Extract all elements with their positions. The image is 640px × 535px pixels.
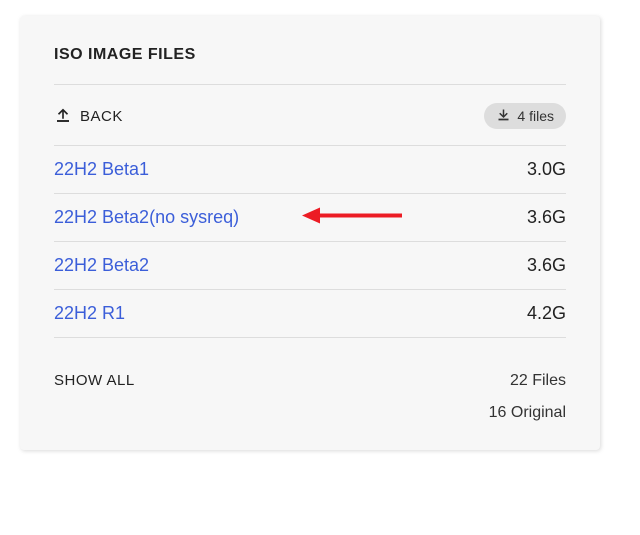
file-size: 3.0G bbox=[527, 159, 566, 180]
file-row: 22H2 R1 4.2G bbox=[54, 290, 566, 338]
stats-original-count: 16 Original bbox=[489, 404, 566, 422]
back-button[interactable]: BACK bbox=[54, 106, 123, 127]
file-row: 22H2 Beta2(no sysreq) 3.6G bbox=[54, 194, 566, 242]
panel-footer: SHOW ALL 22 Files 16 Original bbox=[54, 338, 566, 422]
back-label: BACK bbox=[80, 108, 123, 125]
file-size: 3.6G bbox=[527, 207, 566, 228]
panel-title: ISO IMAGE FILES bbox=[54, 46, 566, 85]
file-list: 22H2 Beta13.0G22H2 Beta2(no sysreq)3.6G2… bbox=[54, 145, 566, 338]
download-files-label: 4 files bbox=[517, 108, 554, 124]
file-panel: ISO IMAGE FILES BACK 4 files bbox=[20, 16, 600, 450]
up-back-icon bbox=[54, 106, 72, 127]
file-link[interactable]: 22H2 Beta1 bbox=[54, 159, 149, 180]
show-all-button[interactable]: SHOW ALL bbox=[54, 372, 135, 389]
download-icon bbox=[496, 107, 511, 125]
stats-files-count: 22 Files bbox=[489, 372, 566, 390]
file-row: 22H2 Beta1 3.0G bbox=[54, 146, 566, 194]
file-link[interactable]: 22H2 Beta2(no sysreq) bbox=[54, 207, 239, 228]
panel-header-row: BACK 4 files bbox=[54, 85, 566, 145]
file-link[interactable]: 22H2 R1 bbox=[54, 303, 125, 324]
file-size: 4.2G bbox=[527, 303, 566, 324]
file-link[interactable]: 22H2 Beta2 bbox=[54, 255, 149, 276]
annotation-arrow-icon bbox=[302, 203, 402, 232]
file-stats: 22 Files 16 Original bbox=[489, 372, 566, 422]
download-files-badge[interactable]: 4 files bbox=[484, 103, 566, 129]
file-row: 22H2 Beta2 3.6G bbox=[54, 242, 566, 290]
file-size: 3.6G bbox=[527, 255, 566, 276]
